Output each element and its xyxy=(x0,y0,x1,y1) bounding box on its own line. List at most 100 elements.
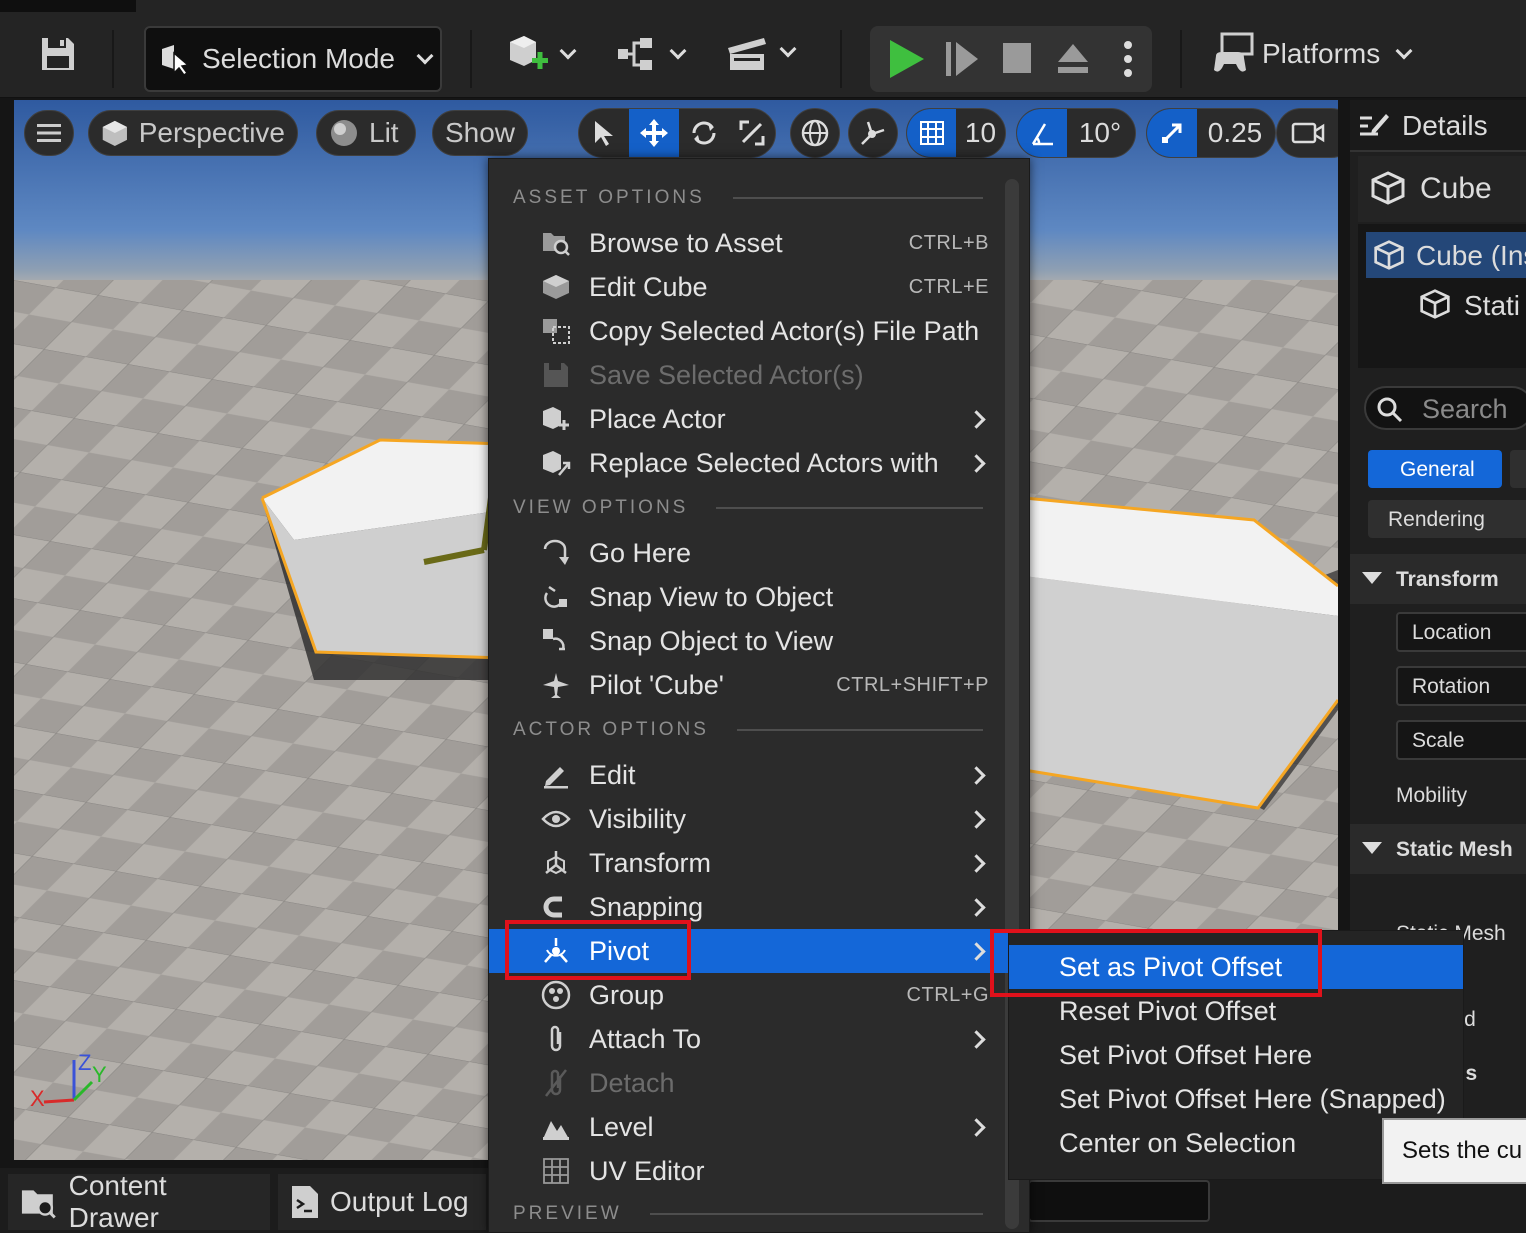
menu-item-visibility[interactable]: Visibility xyxy=(489,797,1009,841)
blueprint-button[interactable] xyxy=(616,36,687,72)
scale-snap-group[interactable]: 0.25 xyxy=(1146,108,1276,158)
eye-icon xyxy=(541,810,571,828)
lit-button[interactable]: Lit xyxy=(316,110,416,156)
surface-snapping-button[interactable] xyxy=(848,108,898,158)
menu-item-browse-to-asset[interactable]: Browse to Asset CTRL+B xyxy=(489,221,1009,265)
cinematics-button[interactable] xyxy=(726,32,797,72)
submenu-item-set-pivot-offset-here[interactable]: Set Pivot Offset Here xyxy=(1009,1033,1463,1077)
submenu-arrow-icon xyxy=(967,809,986,829)
axis-z-label: Z xyxy=(78,1050,91,1075)
scale-snap-icon xyxy=(1162,123,1182,143)
world-local-toggle[interactable] xyxy=(790,108,840,158)
grid-snap-group[interactable]: 10 xyxy=(906,108,1006,158)
static-mesh-section-title: Static Mesh xyxy=(1396,838,1513,861)
eject-icon[interactable] xyxy=(1056,40,1090,76)
save-icon[interactable] xyxy=(38,34,78,74)
add-actor-button[interactable] xyxy=(506,32,577,76)
perspective-label: Perspective xyxy=(138,117,285,148)
menu-item-copy-file-path[interactable]: Copy Selected Actor(s) File Path xyxy=(489,309,1009,353)
static-mesh-section-header[interactable]: Static Mesh xyxy=(1350,824,1526,874)
rotate-tool-button[interactable] xyxy=(679,109,729,157)
tree-child-label: Stati xyxy=(1464,290,1521,321)
camera-speed-button[interactable] xyxy=(1276,108,1338,158)
move-tool-button[interactable] xyxy=(629,109,679,157)
rotation-dropdown[interactable]: Rotation xyxy=(1396,666,1526,706)
browse-folder-icon xyxy=(543,233,570,256)
content-drawer-button[interactable]: Content Drawer xyxy=(8,1170,270,1233)
detach-icon xyxy=(545,1069,567,1097)
grid-snap-value[interactable]: 10 xyxy=(956,109,1005,157)
component-tree-child[interactable]: Stati xyxy=(1418,282,1526,326)
search-icon xyxy=(1377,397,1403,423)
scale-tool-button[interactable] xyxy=(729,109,775,157)
menu-item-transform[interactable]: Transform xyxy=(489,841,1009,885)
component-tree-root[interactable]: Cube (Ins xyxy=(1366,232,1526,278)
menu-item-go-here[interactable]: Go Here xyxy=(489,531,1009,575)
location-label: Location xyxy=(1412,621,1492,644)
tab-general-label: General xyxy=(1400,458,1475,481)
pencil-icon xyxy=(544,767,568,789)
save-icon xyxy=(544,363,568,387)
menu-item-level[interactable]: Level xyxy=(489,1105,1009,1149)
actor-name[interactable]: Cube xyxy=(1420,172,1492,206)
content-drawer-icon xyxy=(21,1190,56,1219)
submenu-arrow-icon xyxy=(967,453,986,473)
details-header: Details xyxy=(1350,100,1526,152)
stop-icon[interactable] xyxy=(1002,42,1032,74)
tab-rendering[interactable]: Rendering xyxy=(1368,500,1526,538)
output-log-icon xyxy=(292,1186,318,1218)
submenu-item-set-pivot-offset-here-snapped[interactable]: Set Pivot Offset Here (Snapped) xyxy=(1009,1077,1463,1121)
main-toolbar: Selection Mode Platforms xyxy=(0,12,1526,98)
submenu-arrow-icon xyxy=(967,853,986,873)
console-input[interactable] xyxy=(1028,1180,1210,1222)
menu-item-attach-to[interactable]: Attach To xyxy=(489,1017,1009,1061)
details-title: Details xyxy=(1402,110,1488,141)
menu-item-edit-cube[interactable]: Edit Cube CTRL+E xyxy=(489,265,1009,309)
snap-view-icon xyxy=(544,585,567,608)
menu-item-uv-editor[interactable]: UV Editor xyxy=(489,1149,1009,1193)
select-tool-button[interactable] xyxy=(579,109,629,157)
rotate-icon xyxy=(692,121,716,145)
rotation-snap-value[interactable]: 10° xyxy=(1067,109,1133,157)
selected-cube-right[interactable] xyxy=(1024,490,1338,820)
menu-item-replace-actors[interactable]: Replace Selected Actors with xyxy=(489,441,1009,485)
show-button[interactable]: Show xyxy=(432,110,528,156)
copy-path-icon xyxy=(543,319,570,344)
uv-grid-icon xyxy=(543,1158,569,1184)
chevron-down-icon xyxy=(1395,42,1413,60)
scale-snap-value[interactable]: 0.25 xyxy=(1197,109,1273,157)
more-options-icon[interactable] xyxy=(1122,40,1134,78)
scale-dropdown[interactable]: Scale xyxy=(1396,720,1526,760)
perspective-button[interactable]: Perspective xyxy=(88,110,298,156)
details-pencil-icon xyxy=(1360,114,1389,136)
menu-item-pilot-cube[interactable]: Pilot 'Cube' CTRL+SHIFT+P xyxy=(489,663,1009,707)
menu-item-snap-view-to-object[interactable]: Snap View to Object xyxy=(489,575,1009,619)
menu-item-snap-object-to-view[interactable]: Snap Object to View xyxy=(489,619,1009,663)
tab-general[interactable]: General xyxy=(1368,450,1502,488)
play-icon[interactable] xyxy=(886,38,926,80)
transform-section-header[interactable]: Transform xyxy=(1350,554,1526,604)
menu-item-edit[interactable]: Edit xyxy=(489,753,1009,797)
selection-mode-dropdown[interactable]: Selection Mode xyxy=(144,26,442,92)
toolbar-divider xyxy=(840,30,842,88)
show-label: Show xyxy=(444,117,516,148)
selection-mode-label: Selection Mode xyxy=(202,43,396,74)
move-arrows-icon xyxy=(640,119,668,147)
output-log-button[interactable]: Output Log xyxy=(278,1174,486,1230)
viewport-menu-button[interactable] xyxy=(24,110,74,156)
selection-mode-icon xyxy=(162,45,190,75)
axis-indicator: X Z Y xyxy=(30,1050,107,1111)
rotation-snap-group[interactable]: 10° xyxy=(1016,108,1136,158)
details-search-input[interactable]: Search xyxy=(1364,386,1526,430)
platforms-button[interactable]: Platforms xyxy=(1212,32,1413,76)
edit-asset-icon xyxy=(543,275,569,299)
mobility-label: Mobility xyxy=(1396,784,1468,807)
tab-next[interactable] xyxy=(1510,450,1526,488)
location-dropdown[interactable]: Location xyxy=(1396,612,1526,652)
magnet-icon xyxy=(543,896,562,918)
menu-item-place-actor[interactable]: Place Actor xyxy=(489,397,1009,441)
transform-section-title: Transform xyxy=(1396,568,1499,591)
selected-cube-left[interactable] xyxy=(254,430,514,690)
section-view-options: VIEW OPTIONS xyxy=(513,497,983,519)
advance-frame-icon[interactable] xyxy=(944,40,980,78)
